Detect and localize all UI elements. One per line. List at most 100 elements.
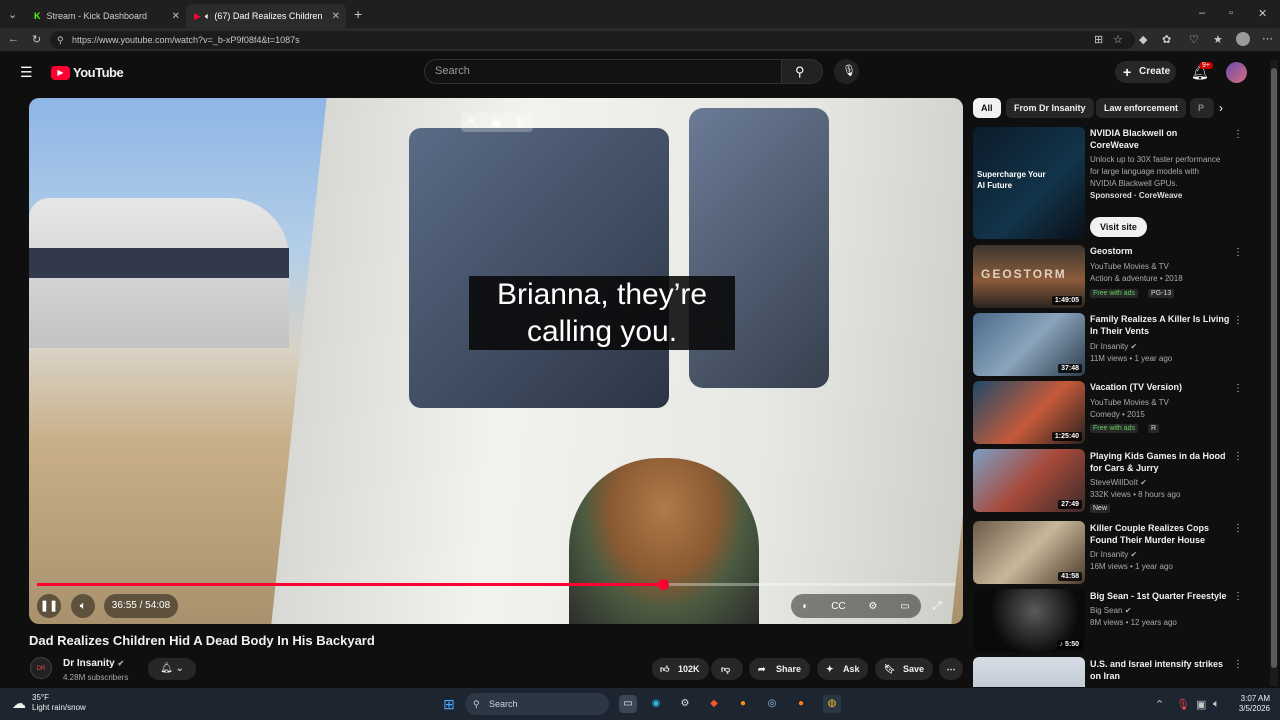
firefox-icon[interactable]: ●	[734, 695, 752, 713]
chevron-right-icon[interactable]: ›	[1219, 101, 1223, 115]
voice-search-button[interactable]: 🎙︎	[834, 59, 859, 84]
url-field[interactable]: ⚲ https://www.youtube.com/watch?v=_b-xP9…	[50, 31, 1135, 49]
hamburger-menu-icon[interactable]: ☰	[20, 64, 33, 81]
close-tab-icon[interactable]: ✕	[172, 11, 180, 22]
visit-site-button[interactable]: Visit site	[1090, 217, 1147, 237]
settings-gear-icon[interactable]: ⚙	[868, 601, 877, 612]
tab-kick-dashboard[interactable]: K Stream - Kick Dashboard ✕	[26, 4, 186, 28]
progress-scrubber-handle[interactable]	[658, 579, 670, 590]
miniplayer-icon[interactable]: ⇱	[468, 116, 477, 129]
recommendation-item[interactable]: GEOSTORM 1:49:05 Geostorm YouTube Movies…	[973, 245, 1248, 308]
more-vert-icon[interactable]: ⋮	[1233, 247, 1243, 258]
app-icon[interactable]: ⊞	[1094, 33, 1103, 46]
video-thumbnail[interactable]: 27:49	[973, 449, 1085, 512]
weather-widget[interactable]: ☁ 35°F Light rain/snow	[12, 693, 86, 713]
recommendation-item[interactable]: ♪ 5:50 Big Sean - 1st Quarter Freestyle …	[973, 589, 1248, 652]
video-thumbnail[interactable]: 1:25:40	[973, 381, 1085, 444]
captions-icon[interactable]: CC	[831, 601, 845, 612]
ask-button[interactable]: ✦ Ask	[817, 658, 868, 680]
chrome-icon[interactable]: ◍	[823, 695, 841, 713]
more-vert-icon[interactable]: ⋮	[1233, 523, 1243, 534]
more-vert-icon[interactable]: ⋮	[1233, 659, 1243, 670]
recommendation-item[interactable]: U.S. and Israel intensify strikes on Iran…	[973, 657, 1248, 687]
ad-thumbnail[interactable]: Supercharge Your AI Future	[973, 127, 1085, 239]
profile-icon[interactable]	[1236, 32, 1250, 46]
recommendation-item[interactable]: 27:49 Playing Kids Games in da Hood for C…	[973, 449, 1248, 513]
video-thumbnail[interactable]: 41:58	[973, 521, 1085, 584]
recommendation-item[interactable]: 41:58 Killer Couple Realizes Cops Found T…	[973, 521, 1248, 584]
speaker-icon[interactable]: 🔈︎	[205, 11, 210, 22]
settings-app-icon[interactable]: ⚙	[676, 695, 694, 713]
channel-avatar[interactable]: DR	[30, 657, 52, 679]
share-button[interactable]: ➦ Share	[749, 658, 810, 680]
task-view-icon[interactable]: ▭	[619, 695, 637, 713]
firefox-alt-icon[interactable]: ●	[792, 695, 810, 713]
clock[interactable]: 3:07 AM 3/5/2026	[1232, 694, 1270, 714]
maximize-icon[interactable]: ▫	[1229, 7, 1233, 19]
steam-icon[interactable]: ◎	[763, 695, 781, 713]
fullscreen-icon[interactable]: ⤢	[925, 594, 949, 618]
theater-mode-icon[interactable]: ▭	[900, 601, 909, 612]
create-button[interactable]: + Create	[1115, 61, 1176, 83]
close-tab-icon[interactable]: ✕	[332, 11, 340, 22]
more-menu-icon[interactable]: ⋯	[1262, 32, 1273, 45]
subscription-bell-button[interactable]: 🔔︎ ⌄	[148, 658, 196, 680]
volume-tray-icon[interactable]: 🔈︎	[1213, 698, 1220, 711]
close-window-icon[interactable]: ✕	[1258, 7, 1267, 20]
translate-icon[interactable]: あ	[515, 114, 526, 130]
page-scrollbar[interactable]	[1270, 60, 1278, 686]
more-vert-icon[interactable]: ⋮	[1233, 383, 1243, 394]
more-vert-icon[interactable]: ⋮	[1233, 591, 1243, 602]
scrollbar-thumb[interactable]	[1271, 68, 1277, 668]
favorites-icon[interactable]: ★	[1213, 33, 1223, 46]
autoplay-toggle-icon[interactable]: ◐	[802, 601, 808, 612]
brave-icon[interactable]: ◆	[705, 695, 723, 713]
recommendation-item[interactable]: 1:25:40 Vacation (TV Version) YouTube Mo…	[973, 381, 1248, 444]
channel-name[interactable]: Dr Insanity ✔	[63, 658, 124, 669]
extension-icon[interactable]: ◆	[1139, 33, 1147, 46]
edge-icon[interactable]: ◉	[647, 695, 665, 713]
browser-essentials-icon[interactable]: ♡	[1189, 33, 1199, 46]
save-button[interactable]: 🔖︎ Save	[875, 658, 933, 680]
recommendation-ad[interactable]: Supercharge Your AI Future NVIDIA Blackw…	[973, 127, 1248, 242]
dislike-button[interactable]: 👎︎	[711, 658, 743, 680]
video-thumbnail[interactable]: ♪ 5:50	[973, 589, 1085, 652]
recommendation-item[interactable]: 37:48 Family Realizes A Killer Is Living…	[973, 313, 1248, 376]
more-vert-icon[interactable]: ⋮	[1233, 315, 1243, 326]
progress-bar[interactable]	[37, 579, 955, 590]
taskbar-search[interactable]: ⚲ Search	[465, 693, 609, 715]
show-hidden-icons-icon[interactable]: ⌃	[1155, 698, 1164, 711]
video-thumbnail[interactable]: 37:48	[973, 313, 1085, 376]
pause-button[interactable]: ❚❚	[37, 594, 61, 618]
tab-youtube[interactable]: ▶ 🔈︎ (67) Dad Realizes Children Hid ✕	[186, 4, 346, 28]
youtube-logo[interactable]: ▶ YouTube	[51, 65, 124, 80]
search-input[interactable]: Search	[424, 59, 782, 84]
volume-button[interactable]: 🔈︎	[71, 594, 95, 618]
extensions-puzzle-icon[interactable]: ✿	[1162, 33, 1171, 46]
back-icon[interactable]: ←	[8, 33, 19, 45]
windows-start-icon[interactable]: ⊞	[440, 695, 458, 713]
chip-all[interactable]: All	[973, 98, 1001, 118]
microphone-tray-icon[interactable]: 🎙︎	[1176, 698, 1190, 711]
more-vert-icon[interactable]: ⋮	[1233, 451, 1243, 462]
more-vert-icon[interactable]: ⋮	[1233, 129, 1243, 140]
like-button[interactable]: 👍︎ 102K	[652, 658, 709, 680]
tab-list-icon[interactable]: ⌄	[8, 8, 17, 21]
refresh-icon[interactable]: ↻	[32, 33, 41, 46]
favorite-star-icon[interactable]: ☆	[1113, 33, 1123, 46]
minimize-icon[interactable]: –	[1199, 7, 1205, 19]
search-button[interactable]: ⚲	[781, 59, 823, 84]
chip-law-enforcement[interactable]: Law enforcement	[1096, 98, 1187, 118]
chip-truncated[interactable]: P	[1190, 98, 1214, 118]
more-actions-button[interactable]: ⋯	[939, 658, 963, 680]
network-icon[interactable]: ▣	[1196, 698, 1206, 711]
site-info-icon[interactable]: ⚲	[57, 31, 64, 49]
user-avatar[interactable]	[1226, 62, 1247, 83]
cast-icon[interactable]: ▣	[491, 116, 501, 129]
rec-meta: YouTube Movies & TV Action & adventure • …	[1090, 262, 1183, 283]
video-thumbnail[interactable]	[973, 657, 1085, 687]
chip-from-channel[interactable]: From Dr Insanity	[1006, 98, 1094, 118]
video-player[interactable]: ⇱ ▣ あ Brianna, they’re calling you. ❚❚ 🔈…	[29, 98, 963, 624]
new-tab-icon[interactable]: +	[354, 6, 362, 22]
video-thumbnail[interactable]: GEOSTORM 1:49:05	[973, 245, 1085, 308]
